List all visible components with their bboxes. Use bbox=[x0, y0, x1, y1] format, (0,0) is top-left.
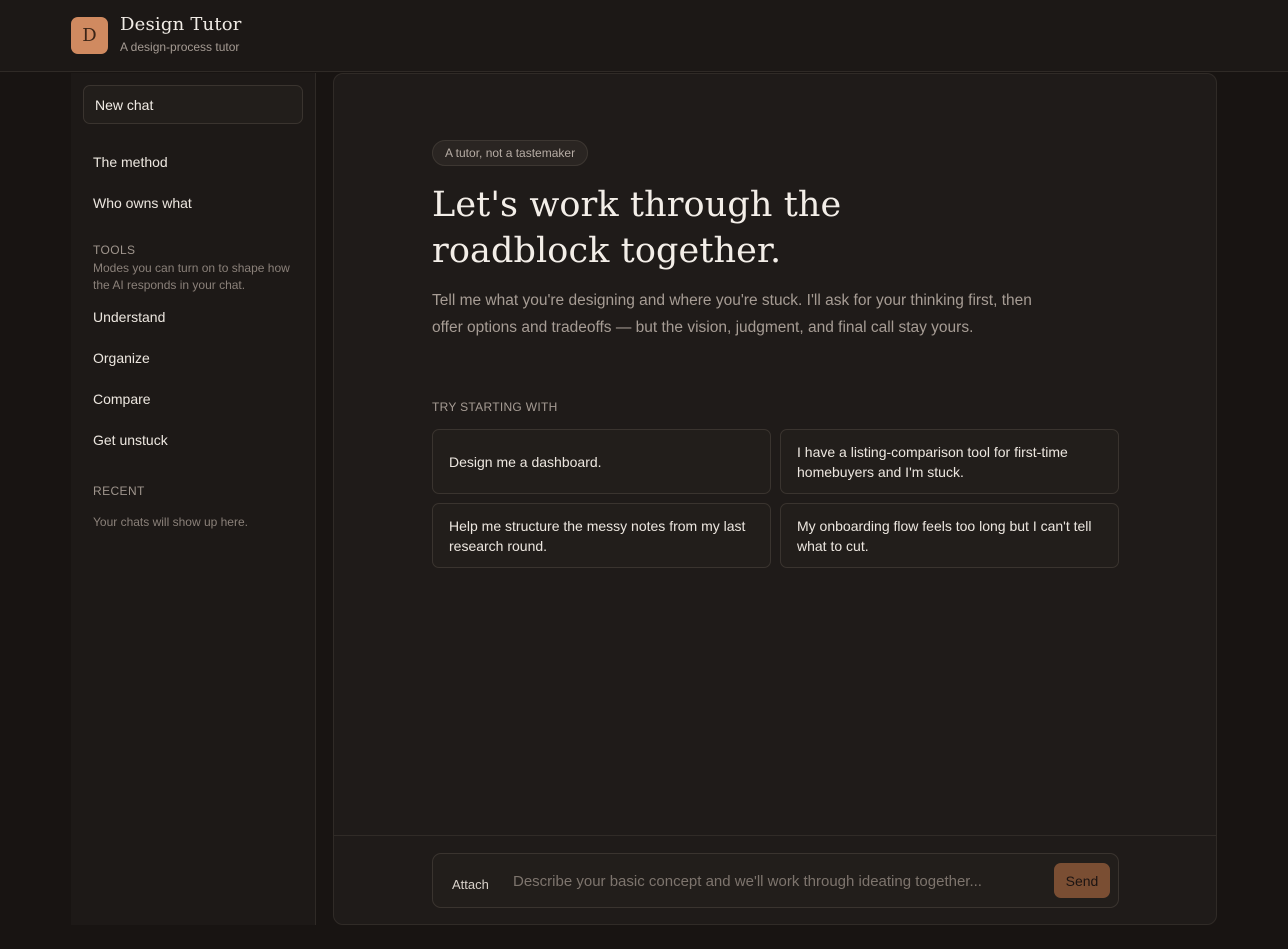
composer-divider bbox=[334, 835, 1216, 836]
tool-item-understand[interactable]: Understand bbox=[93, 309, 165, 325]
tool-item-get-unstuck[interactable]: Get unstuck bbox=[93, 432, 168, 448]
tool-item-compare[interactable]: Compare bbox=[93, 391, 151, 407]
chat-panel: A tutor, not a tastemaker Let's work thr… bbox=[333, 73, 1217, 925]
tools-section-label: TOOLS bbox=[93, 243, 136, 257]
nav-item-who-owns-what[interactable]: Who owns what bbox=[93, 195, 192, 211]
send-button[interactable]: Send bbox=[1054, 863, 1110, 898]
suggestion-card[interactable]: I have a listing-comparison tool for fir… bbox=[780, 429, 1119, 494]
tools-section-description: Modes you can turn on to shape how the A… bbox=[93, 261, 290, 292]
page-title: Let's work through the roadblock togethe… bbox=[432, 185, 842, 271]
intro-text: Tell me what you're designing and where … bbox=[432, 292, 1032, 336]
message-input[interactable] bbox=[513, 868, 1033, 894]
recent-section-label: RECENT bbox=[93, 484, 145, 498]
suggestion-card[interactable]: My onboarding flow feels too long but I … bbox=[780, 503, 1119, 568]
message-composer: Attach Send bbox=[432, 853, 1119, 908]
suggestions-label: TRY STARTING WITH bbox=[432, 400, 558, 414]
tool-item-organize[interactable]: Organize bbox=[93, 350, 150, 366]
new-chat-button[interactable]: New chat bbox=[83, 85, 303, 124]
suggestion-card[interactable]: Help me structure the messy notes from m… bbox=[432, 503, 771, 568]
app-header: D Design Tutor A design-process tutor bbox=[0, 0, 1288, 72]
app-subtitle: A design-process tutor bbox=[120, 40, 240, 54]
nav-item-the-method[interactable]: The method bbox=[93, 154, 168, 170]
suggestion-card[interactable]: Design me a dashboard. bbox=[432, 429, 771, 494]
attach-button[interactable]: Attach bbox=[452, 877, 489, 892]
tagline-badge: A tutor, not a tastemaker bbox=[432, 140, 589, 166]
logo-icon: D bbox=[71, 17, 108, 54]
recent-empty-message: Your chats will show up here. bbox=[93, 515, 248, 529]
sidebar: New chat The method Who owns what TOOLS … bbox=[71, 73, 316, 925]
app-title: Design Tutor bbox=[120, 14, 242, 35]
